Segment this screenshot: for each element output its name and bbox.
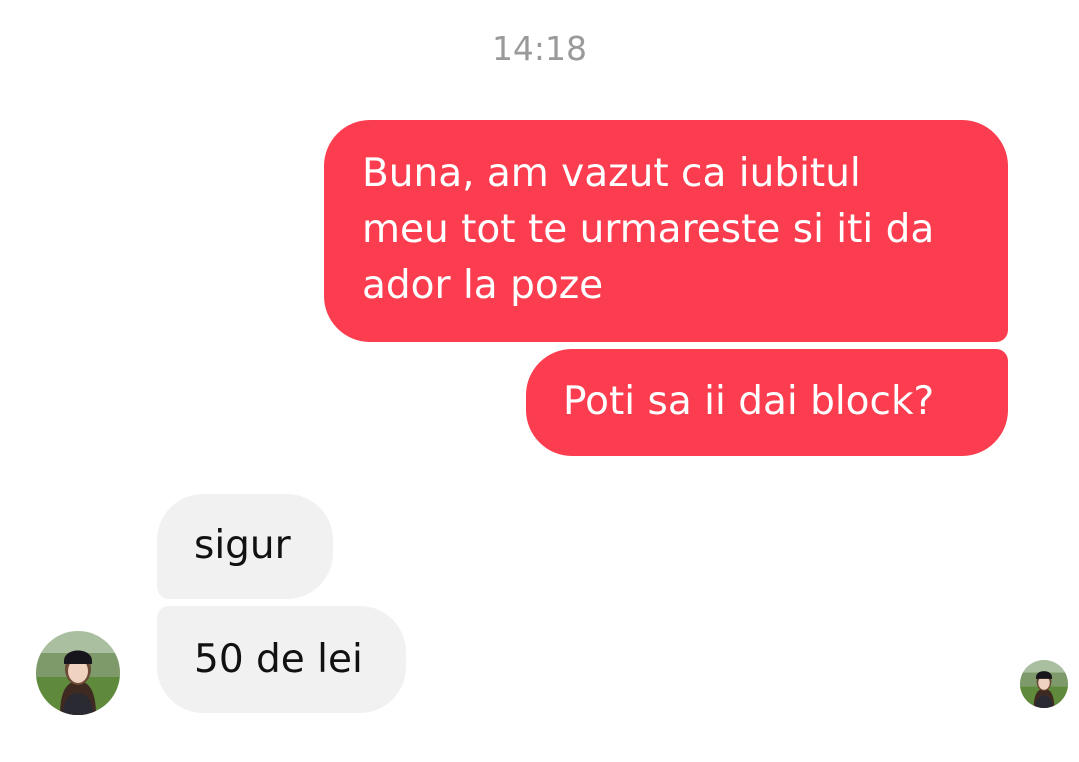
message-text: sigur: [194, 523, 291, 568]
message-timestamp: 14:18: [491, 29, 588, 68]
chat-screen: 14:18 Buna, am vazut ca iubitul meu tot …: [0, 0, 1079, 762]
seen-indicator-avatar: [1020, 660, 1068, 708]
sent-message-bubble[interactable]: Poti sa ii dai block?: [526, 349, 1008, 456]
sent-message-bubble[interactable]: Buna, am vazut ca iubitul meu tot te urm…: [324, 120, 1008, 342]
received-message-bubble[interactable]: 50 de lei: [157, 606, 406, 713]
seen-avatar-photo-icon: [1020, 660, 1068, 708]
message-text: Buna, am vazut ca iubitul meu tot te urm…: [362, 151, 935, 308]
contact-avatar[interactable]: [36, 631, 120, 715]
contact-avatar-photo-icon: [36, 631, 120, 715]
received-message-bubble[interactable]: sigur: [157, 494, 333, 599]
message-text: 50 de lei: [194, 637, 363, 682]
message-text: Poti sa ii dai block?: [563, 379, 935, 424]
